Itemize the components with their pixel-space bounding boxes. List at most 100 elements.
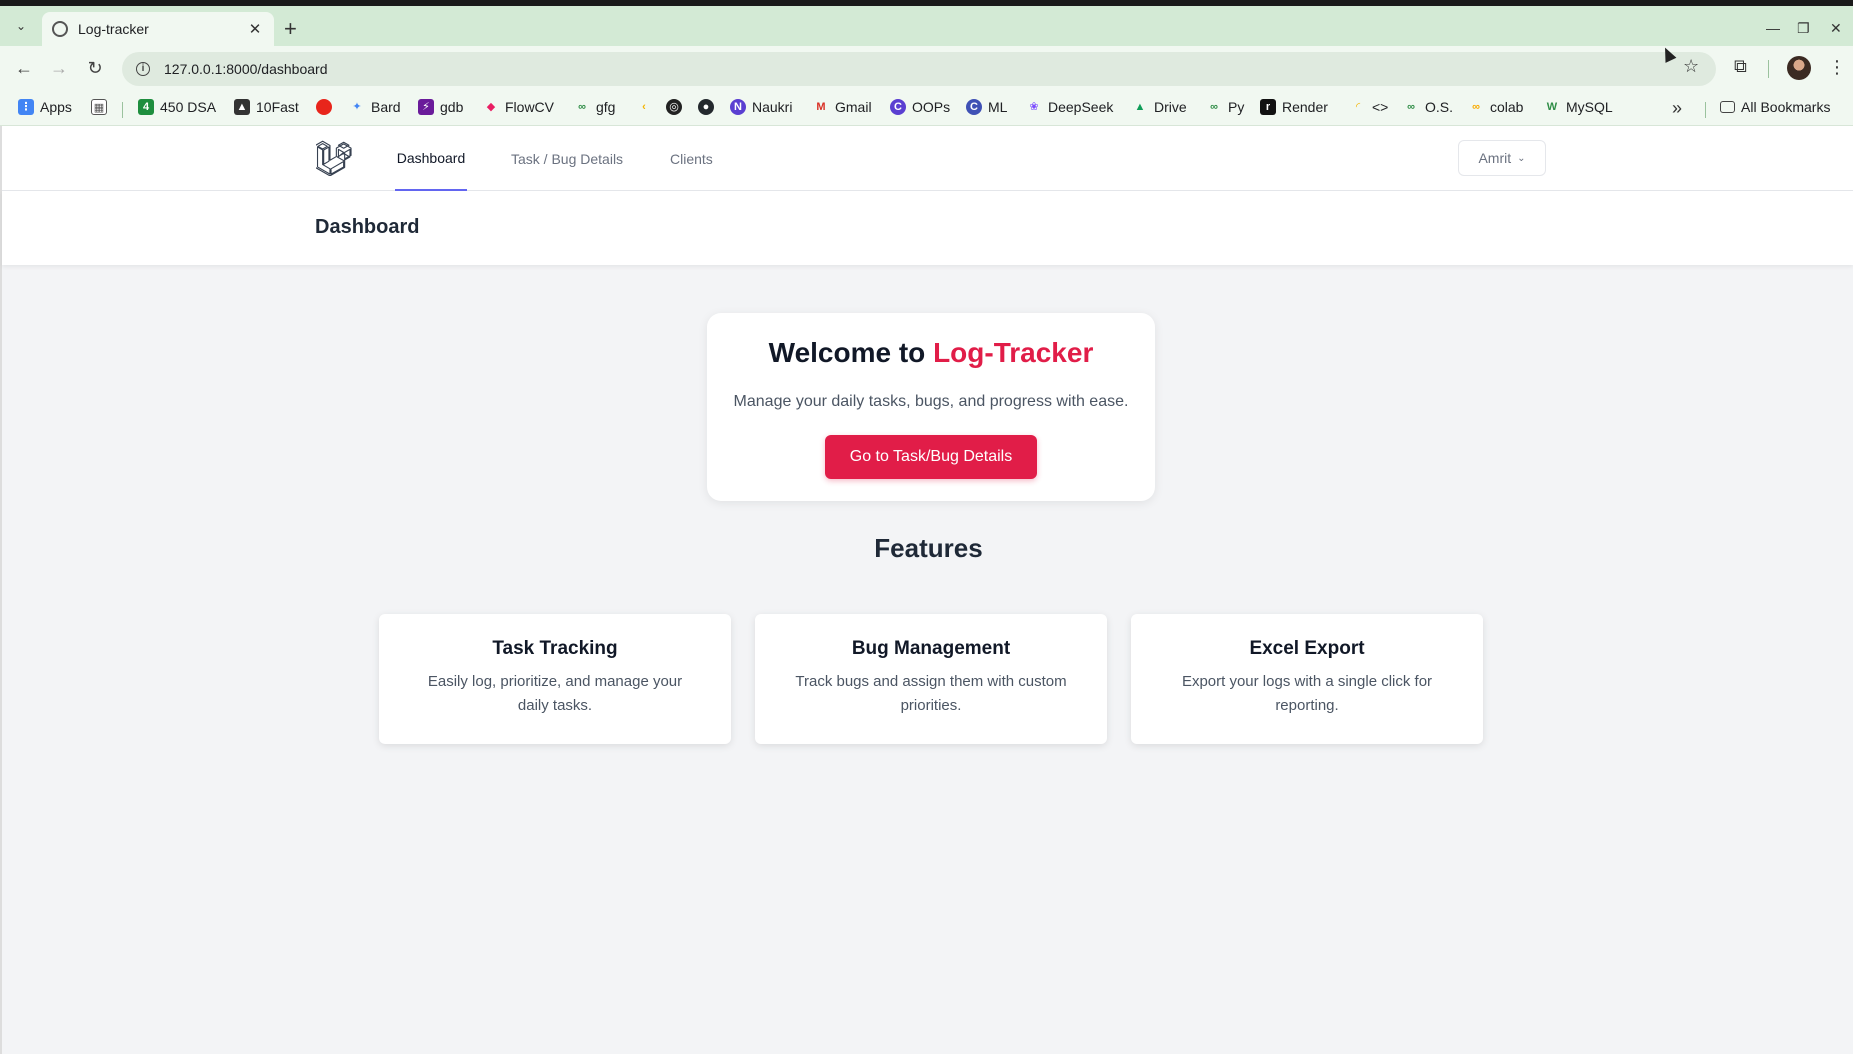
feature-card-bug-management: Bug Management Track bugs and assign the… [755,614,1107,744]
bookmark-py[interactable]: ∞ Py [1206,99,1244,115]
bookmark-bard[interactable]: ✦ Bard [349,99,400,115]
globe-icon [52,21,68,37]
new-tab-icon[interactable]: + [284,18,297,40]
minimize-icon[interactable]: — [1766,20,1780,36]
bookmark-render[interactable]: r Render [1260,99,1328,115]
bookmark-naukri[interactable]: N Naukri [730,99,792,115]
back-icon[interactable]: ← [13,58,35,79]
grid-icon: ▦ [91,99,107,115]
nav-task-bug-details[interactable]: Task / Bug Details [511,126,623,191]
tab-title: Log-tracker [78,21,149,37]
openai-icon: ◎ [666,99,682,115]
bookmark-github[interactable]: ● [698,99,720,115]
sparkle-icon: ✦ [352,101,362,113]
bookmarks-bar: ⋮ Apps ▦ 4 450 DSA ▲ 10Fast ✦ Bard ⚡ gdb ◆ Flo… [0,92,1853,126]
tab-search-icon[interactable]: ⌄ [10,15,32,37]
features-heading: Features [874,533,983,563]
all-bookmarks[interactable]: All Bookmarks [1720,99,1830,115]
bookmark-ml[interactable]: C ML [966,99,1007,115]
gdb-icon: ⚡ [418,99,434,115]
feature-card-task-tracking: Task Tracking Easily log, prioritize, an… [379,614,731,744]
page-title: Dashboard [315,216,420,238]
bookmark-gdb[interactable]: ⚡ gdb [418,99,463,115]
site-info-icon[interactable]: i [136,62,150,76]
bookmark-450dsa[interactable]: 4 450 DSA [138,99,216,115]
bookmark-star-icon[interactable]: ☆ [1683,56,1699,77]
bookmark-divider [122,102,123,118]
browser-toolbar: ← → ↻ i 127.0.0.1:8000/dashboard ☆ ⧉ ⋮ [0,46,1853,92]
profile-avatar[interactable] [1787,56,1811,80]
user-name: Amrit [1478,150,1512,166]
feature-title: Bug Management [851,638,1011,659]
tuf-icon [316,99,332,115]
app-viewport: Dashboard Task / Bug Details Clients Amr… [0,126,1853,1054]
feature-card-excel-export: Excel Export Export your logs with a sin… [1131,614,1483,744]
bookmark-apps[interactable]: ⋮ Apps [18,99,72,115]
chevron-down-icon: ⌄ [1517,152,1526,164]
code-icon: ◜ [1355,101,1361,113]
url-text: 127.0.0.1:8000/dashboard [164,61,328,77]
bookmark-gfg[interactable]: ∞ gfg [574,99,615,115]
py-icon: ∞ [1210,101,1218,113]
page-header: Dashboard [2,191,1853,265]
deepseek-icon: ❀ [1029,101,1039,113]
bookmark-10fast[interactable]: ▲ 10Fast [234,99,299,115]
bookmark-leetcode[interactable]: ‹ [636,99,658,115]
bookmark-drive[interactable]: ▲ Drive [1132,99,1187,115]
gmail-icon: M [816,101,826,113]
brand-name: Log-Tracker [933,337,1094,368]
bookmark-mysql[interactable]: W MySQL [1544,99,1613,115]
bookmark-colab[interactable]: ∞ colab [1468,99,1523,115]
bookmark-openai[interactable]: ◎ [666,99,688,115]
colab-icon: ∞ [1472,101,1480,113]
address-bar[interactable]: i 127.0.0.1:8000/dashboard [122,52,1716,86]
drive-icon: ▲ [1134,101,1146,113]
more-menu-icon[interactable]: ⋮ [1828,57,1846,78]
more-bookmarks-icon[interactable]: » [1672,98,1682,119]
feature-description: Export your logs with a single click for… [1181,673,1433,714]
nav-dashboard[interactable]: Dashboard [395,126,467,191]
forward-icon[interactable]: → [48,58,70,79]
welcome-title: Welcome to Log-Tracker [707,337,1155,369]
mysql-icon: W [1546,101,1558,113]
bookmark-tuf[interactable] [316,99,338,115]
bookmark-gmail[interactable]: M Gmail [813,99,871,115]
oops-icon: C [890,99,906,115]
feature-description: Track bugs and assign them with custom p… [795,673,1067,714]
bookmark-divider-2 [1705,102,1706,118]
tab-strip: ⌄ Log-tracker ✕ + — ❐ ✕ [0,6,1853,46]
github-icon: ● [698,99,714,115]
app-navbar: Dashboard Task / Bug Details Clients Amr… [2,126,1853,191]
toolbar-divider [1768,60,1769,78]
restore-icon[interactable]: ❐ [1797,20,1810,37]
user-dropdown-button[interactable]: Amrit ⌄ [1458,140,1546,176]
feature-description: Easily log, prioritize, and manage your … [427,673,683,714]
ml-icon: C [966,99,982,115]
browser-tab[interactable]: Log-tracker ✕ [42,12,274,46]
reload-icon[interactable]: ↻ [84,58,106,79]
gfg-icon: ∞ [578,101,586,113]
close-window-icon[interactable]: ✕ [1830,20,1842,37]
dsa-icon: 4 [138,99,154,115]
os-icon: ∞ [1407,101,1415,113]
bookmark-flowcv[interactable]: ◆ FlowCV [483,99,554,115]
nav-clients[interactable]: Clients [670,126,713,191]
welcome-title-prefix: Welcome to [768,337,934,368]
go-to-task-bug-details-button[interactable]: Go to Task/Bug Details [825,435,1037,479]
bookmark-oops[interactable]: C OOPs [890,99,950,115]
welcome-card: Welcome to Log-Tracker Manage your daily… [707,313,1155,501]
folder-icon [1720,101,1735,113]
welcome-subtitle: Manage your daily tasks, bugs, and progr… [733,393,1129,410]
feature-title: Excel Export [1249,638,1365,659]
render-icon: r [1260,99,1276,115]
close-icon[interactable]: ✕ [246,20,264,38]
leetcode-icon: ‹ [642,101,646,113]
bookmark-os[interactable]: ∞ O.S. [1403,99,1453,115]
feature-title: Task Tracking [492,638,618,659]
bookmark-grid[interactable]: ▦ [91,99,113,115]
bookmark-code[interactable]: ◜ <> [1350,99,1389,115]
naukri-icon: N [730,99,746,115]
extensions-icon[interactable]: ⧉ [1734,56,1747,77]
bookmark-deepseek[interactable]: ❀ DeepSeek [1026,99,1113,115]
laravel-logo-icon[interactable] [316,140,352,176]
